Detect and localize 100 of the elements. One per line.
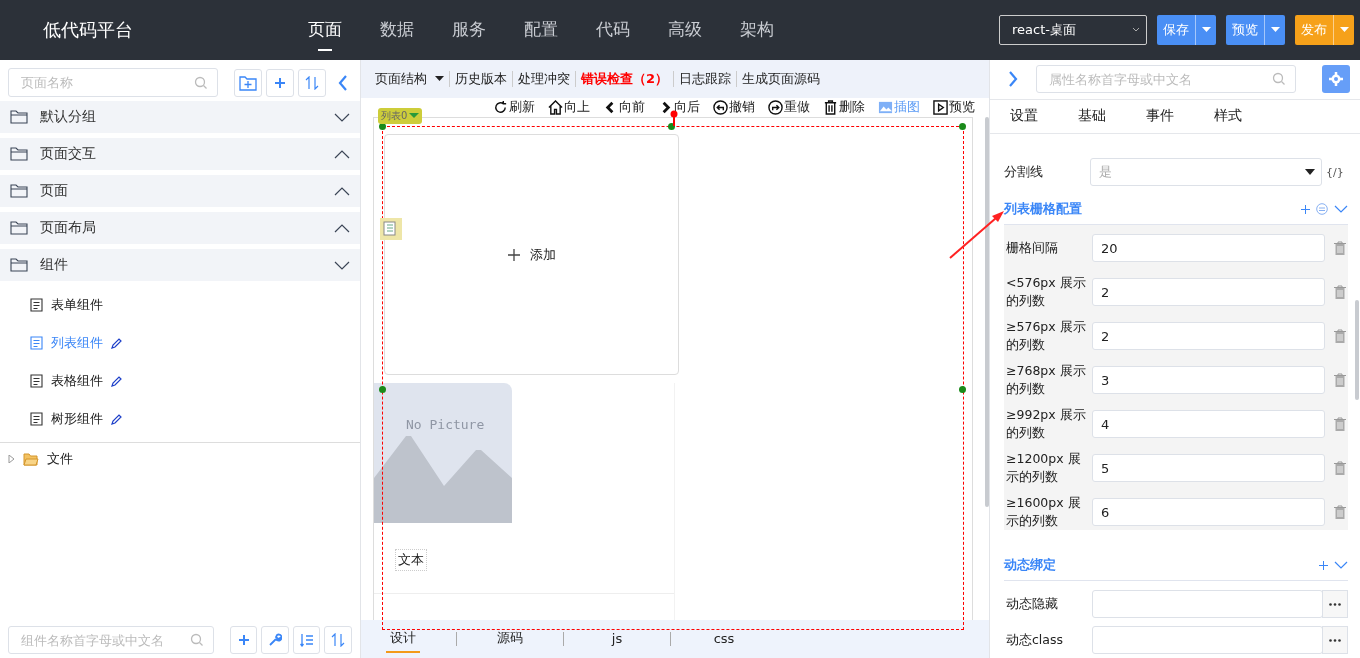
resize-handle[interactable]: [668, 123, 675, 130]
chevron-down-icon[interactable]: [1334, 561, 1348, 569]
caret-icon: [1339, 27, 1349, 33]
add-folder-button[interactable]: [234, 68, 262, 97]
group-row[interactable]: 页面布局: [0, 212, 360, 244]
resize-handle[interactable]: [379, 386, 386, 393]
search-field[interactable]: 页面名称: [8, 68, 218, 97]
list-order-button[interactable]: [293, 626, 321, 654]
component-item[interactable]: 列表组件: [0, 324, 360, 362]
list-circle-icon[interactable]: [1316, 203, 1328, 215]
resize-handle[interactable]: [959, 123, 966, 130]
more-button[interactable]: [1322, 626, 1348, 654]
redo-button[interactable]: 重做: [768, 98, 810, 116]
number-field[interactable]: 4: [1092, 410, 1325, 438]
chevron-icon: [334, 112, 350, 122]
component-tag[interactable]: 列表0: [378, 108, 423, 124]
number-field[interactable]: 20: [1092, 234, 1325, 262]
menu-item[interactable]: 历史版本: [455, 70, 507, 88]
sort-button[interactable]: [324, 626, 352, 654]
trash-icon[interactable]: [1334, 461, 1346, 475]
pencil-icon[interactable]: [111, 413, 122, 425]
number-field[interactable]: 2: [1092, 322, 1325, 350]
add-button[interactable]: [266, 68, 294, 97]
property-tab[interactable]: 事件: [1146, 107, 1174, 126]
group-row[interactable]: 页面交互: [0, 138, 360, 170]
more-button[interactable]: [1322, 590, 1348, 618]
nav-tab[interactable]: 数据: [380, 9, 414, 51]
refresh-button[interactable]: 刷新: [493, 98, 535, 116]
trash-icon[interactable]: [1334, 373, 1346, 387]
scrollbar[interactable]: [1355, 300, 1359, 400]
plus-icon[interactable]: [1319, 560, 1328, 570]
property-tab[interactable]: 设置: [1010, 107, 1038, 126]
number-field[interactable]: 2: [1092, 278, 1325, 306]
folder-icon: [10, 184, 28, 198]
binding-field[interactable]: [1092, 590, 1324, 618]
property-tab[interactable]: 基础: [1078, 107, 1106, 126]
home-button[interactable]: 向上: [548, 98, 590, 116]
menu-item[interactable]: 生成页面源码: [742, 70, 821, 88]
trash-icon[interactable]: [1334, 505, 1346, 519]
nav-tab[interactable]: 代码: [596, 9, 630, 51]
sort-icon: [331, 633, 346, 647]
resize-handle[interactable]: [959, 386, 966, 393]
expand-icon[interactable]: [1008, 71, 1018, 88]
trash-button[interactable]: 删除: [823, 98, 865, 116]
menu-item[interactable]: 日志跟踪: [679, 70, 732, 88]
component-item[interactable]: 表格组件: [0, 362, 360, 400]
chevron-down-icon[interactable]: [1334, 205, 1348, 213]
component-item[interactable]: 表单组件: [0, 286, 360, 324]
block-icon[interactable]: [380, 218, 402, 240]
editor-tab[interactable]: js: [600, 626, 634, 652]
wrench-button[interactable]: [261, 626, 289, 654]
trash-icon[interactable]: [1334, 241, 1346, 255]
field-label: ≥992px 展示的列数: [1005, 406, 1087, 442]
add-card[interactable]: 添加: [384, 134, 679, 375]
search-field[interactable]: 组件名称首字母或中文名: [8, 626, 214, 654]
trash-icon[interactable]: [1334, 285, 1346, 299]
number-field[interactable]: 5: [1092, 454, 1325, 482]
binding-field[interactable]: [1092, 626, 1324, 654]
group-row[interactable]: 组件: [0, 249, 360, 281]
nav-tab[interactable]: 架构: [740, 9, 774, 51]
undo-button[interactable]: 撤销: [713, 98, 755, 116]
add-button[interactable]: [230, 626, 258, 654]
nav-tab[interactable]: 服务: [452, 9, 486, 51]
search-field[interactable]: 属性名称首字母或中文名: [1036, 65, 1296, 94]
pencil-icon[interactable]: [111, 375, 122, 387]
chevron-icon: [334, 149, 350, 159]
pencil-icon[interactable]: [111, 337, 122, 349]
trash-icon[interactable]: [1334, 417, 1346, 431]
settings-button[interactable]: [1322, 65, 1350, 94]
document-icon: [30, 374, 43, 388]
folder-icon: [10, 110, 28, 124]
plus-icon[interactable]: [1301, 204, 1310, 214]
collapse-icon[interactable]: [338, 74, 348, 91]
group-row[interactable]: 默认分组: [0, 101, 360, 133]
document-icon: [30, 336, 43, 350]
search-icon: [194, 75, 208, 90]
expression-toggle[interactable]: {/}: [1326, 165, 1344, 179]
left-button[interactable]: 向前: [603, 98, 645, 116]
property-tab[interactable]: 样式: [1214, 107, 1242, 126]
nav-tab[interactable]: 配置: [524, 9, 558, 51]
group-row[interactable]: 页面: [0, 175, 360, 207]
editor-tab[interactable]: 设计: [386, 625, 420, 653]
menu-item[interactable]: 处理冲突: [518, 70, 570, 88]
sort-button[interactable]: [298, 68, 326, 97]
editor-tab[interactable]: css: [707, 626, 741, 652]
component-item[interactable]: 树形组件: [0, 400, 360, 438]
number-field[interactable]: 3: [1092, 366, 1325, 394]
menu-item[interactable]: 错误检查（2）: [581, 70, 669, 88]
number-field[interactable]: 6: [1092, 498, 1325, 526]
nav-tab[interactable]: 高级: [668, 9, 702, 51]
menu-item[interactable]: 页面结构: [375, 70, 444, 88]
home-icon: [548, 99, 563, 115]
target-select[interactable]: react-桌面: [999, 15, 1147, 45]
tree-item[interactable]: 文件: [8, 449, 352, 467]
right-button[interactable]: 向后: [658, 98, 700, 116]
trash-icon[interactable]: [1334, 329, 1346, 343]
play-button[interactable]: 预览: [933, 98, 975, 116]
field-label: ≥576px 展示的列数: [1005, 318, 1087, 354]
scrollbar[interactable]: [985, 117, 989, 507]
editor-tab[interactable]: 源码: [493, 625, 527, 653]
